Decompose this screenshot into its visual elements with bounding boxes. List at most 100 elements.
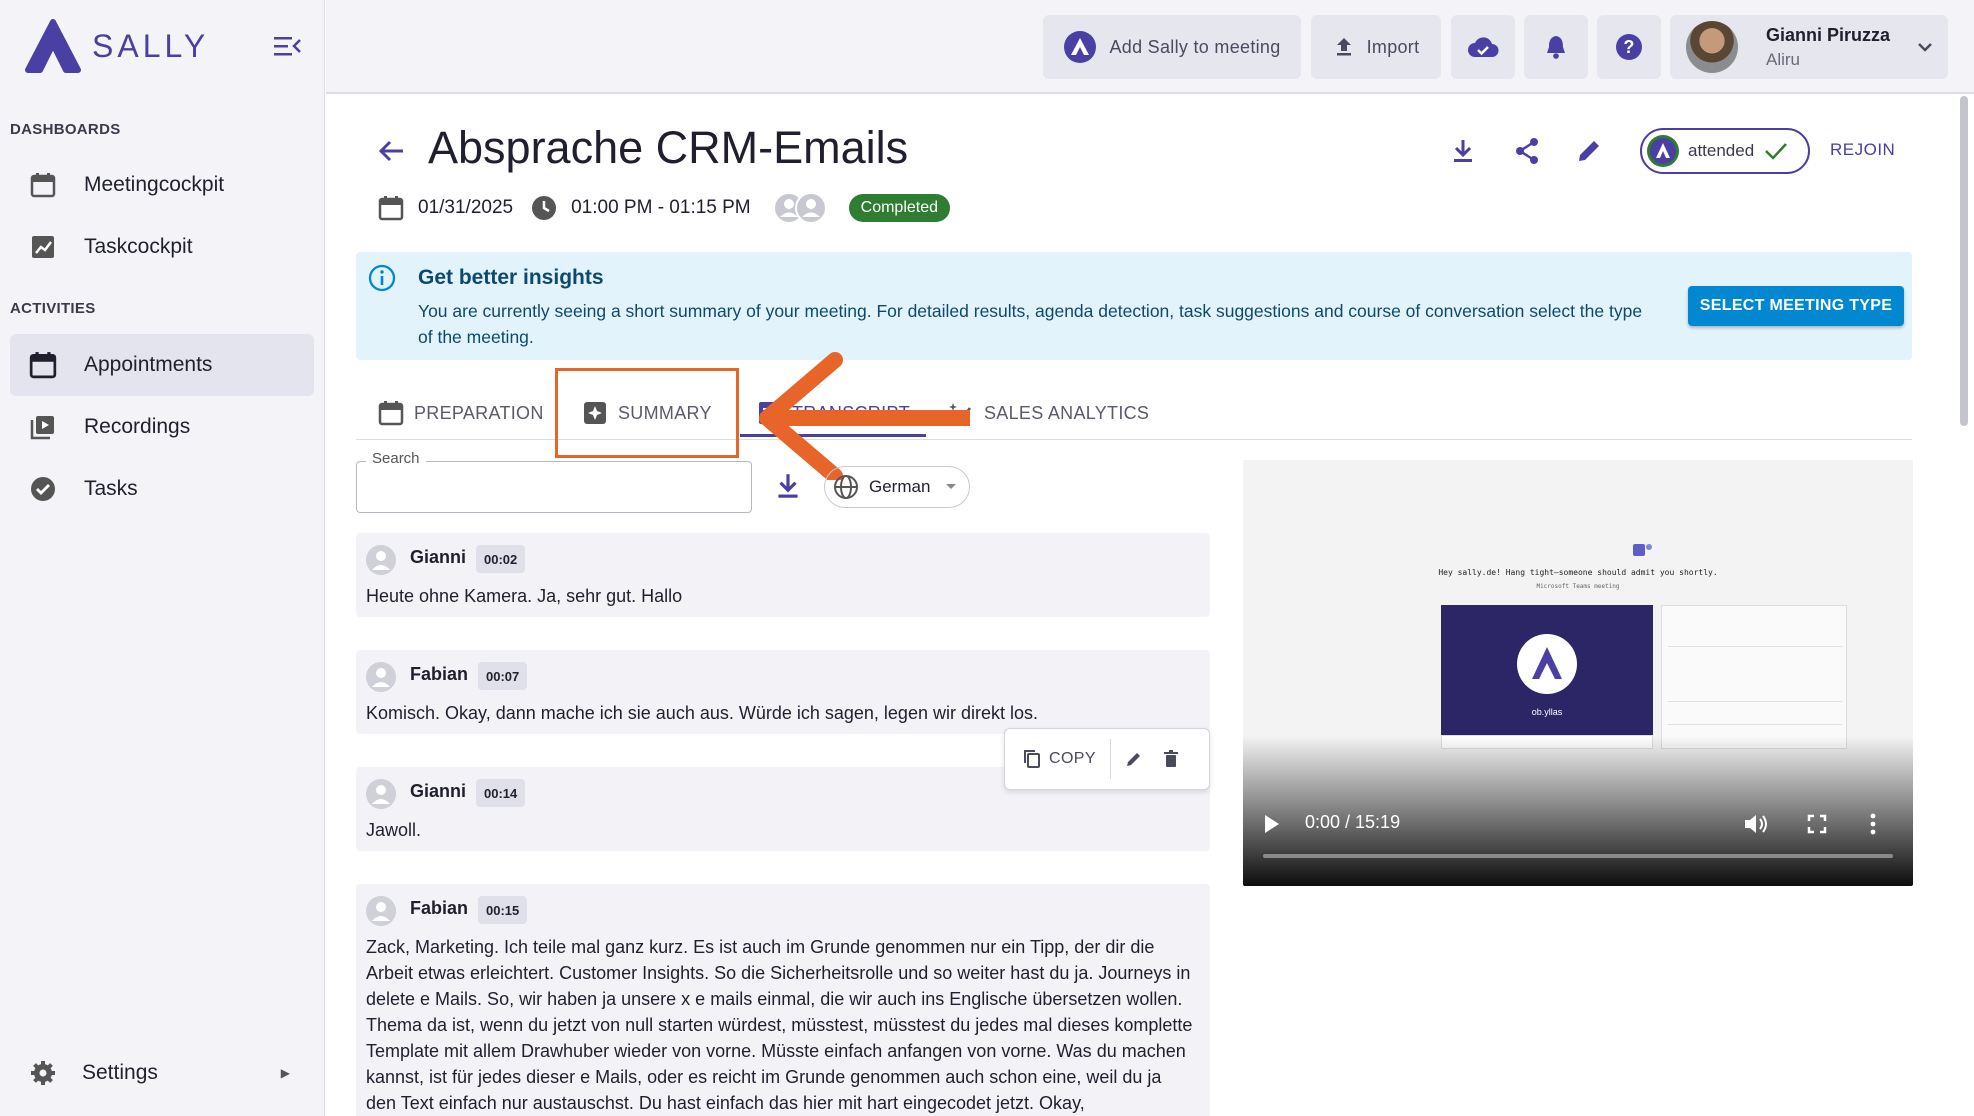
video-preview-row bbox=[1668, 701, 1842, 702]
edit-icon[interactable] bbox=[1574, 136, 1604, 166]
transcript-entry[interactable]: Fabian 00:15 Zack, Marketing. Ich teile … bbox=[356, 884, 1210, 1116]
teams-logo-icon bbox=[1633, 544, 1652, 556]
meeting-meta: 01/31/2025 01:00 PM - 01:15 PM Completed bbox=[378, 190, 951, 226]
info-banner: Get better insights You are currently se… bbox=[356, 252, 1912, 360]
globe-icon bbox=[834, 475, 858, 499]
section-label-activities: ACTIVITIES bbox=[10, 300, 96, 317]
page-title: Absprache CRM-Emails bbox=[428, 122, 909, 173]
sidebar-item-taskcockpit[interactable]: Taskcockpit bbox=[10, 216, 314, 278]
sidebar-item-tasks[interactable]: Tasks bbox=[10, 458, 314, 520]
divider bbox=[1109, 739, 1111, 779]
video-player[interactable]: Hey sally.de! Hang tight—someone should … bbox=[1243, 460, 1913, 886]
video-preview-tile: ob.yllas bbox=[1441, 605, 1653, 735]
add-sally-label: Add Sally to meeting bbox=[1109, 36, 1281, 57]
download-icon[interactable] bbox=[1448, 136, 1478, 166]
select-meeting-type-button[interactable]: SELECT MEETING TYPE bbox=[1688, 286, 1904, 326]
attendance-toggle[interactable]: attended bbox=[1640, 128, 1810, 174]
edit-icon[interactable] bbox=[1125, 750, 1143, 768]
video-preview-text: Hey sally.de! Hang tight—someone should … bbox=[1438, 568, 1718, 577]
avatar bbox=[1686, 21, 1738, 73]
person-icon bbox=[366, 779, 396, 809]
copy-icon bbox=[1024, 750, 1040, 768]
timestamp-badge[interactable]: 00:15 bbox=[478, 896, 528, 924]
check-icon bbox=[1765, 143, 1788, 160]
sidebar-item-label: Tasks bbox=[84, 477, 138, 500]
app-logo[interactable]: SALLY bbox=[24, 18, 209, 74]
chevron-down-icon bbox=[1918, 43, 1932, 52]
video-preview-row bbox=[1668, 724, 1842, 725]
video-preview-name: ob.yllas bbox=[1531, 707, 1563, 717]
scrollbar[interactable] bbox=[1960, 96, 1968, 426]
sidebar-item-label: Recordings bbox=[84, 415, 191, 438]
help-icon: ? bbox=[1616, 34, 1642, 60]
utterance-text: Heute ohne Kamera. Ja, sehr gut. Hallo bbox=[366, 586, 683, 606]
info-title: Get better insights bbox=[418, 266, 604, 289]
import-button[interactable]: Import bbox=[1311, 15, 1441, 79]
cloud-sync-button[interactable] bbox=[1451, 15, 1515, 79]
caret-right-icon: ▶ bbox=[280, 1066, 290, 1080]
back-arrow-icon[interactable] bbox=[376, 136, 406, 166]
timestamp-badge[interactable]: 00:07 bbox=[478, 662, 528, 690]
check-circle-icon bbox=[28, 474, 58, 504]
download-icon[interactable] bbox=[772, 470, 804, 502]
status-badge: Completed bbox=[848, 194, 951, 222]
copy-button[interactable]: COPY bbox=[1023, 749, 1096, 769]
copy-label: COPY bbox=[1049, 750, 1096, 767]
add-sally-button[interactable]: Add Sally to meeting bbox=[1043, 15, 1301, 79]
share-icon[interactable] bbox=[1512, 136, 1542, 166]
video-controls-overlay bbox=[1243, 736, 1913, 886]
notifications-button[interactable] bbox=[1524, 15, 1588, 79]
tab-label: PREPARATION bbox=[414, 402, 544, 423]
meeting-date: 01/31/2025 bbox=[418, 197, 514, 218]
person-icon bbox=[366, 662, 396, 692]
search-input[interactable] bbox=[356, 461, 752, 513]
sidebar-item-meetingcockpit[interactable]: Meetingcockpit bbox=[10, 154, 314, 216]
volume-icon[interactable] bbox=[1743, 813, 1769, 835]
timestamp-badge[interactable]: 00:14 bbox=[476, 779, 526, 807]
video-progress-bar[interactable] bbox=[1263, 854, 1893, 858]
video-library-icon bbox=[28, 412, 58, 442]
sidebar-item-settings[interactable]: Settings ▶ bbox=[10, 1042, 314, 1104]
top-bar: Add Sally to meeting Import ? Gianni Pir… bbox=[326, 0, 1974, 94]
video-preview-panel bbox=[1661, 605, 1847, 749]
tab-sales-analytics[interactable]: SALES ANALYTICS bbox=[948, 386, 1149, 440]
collapse-menu-icon[interactable] bbox=[272, 34, 302, 58]
sally-logo-icon bbox=[1064, 31, 1097, 63]
fullscreen-icon[interactable] bbox=[1807, 814, 1827, 834]
sidebar-item-label: Settings bbox=[82, 1061, 158, 1084]
speaker-name: Gianni bbox=[410, 547, 467, 567]
caret-down-icon bbox=[946, 484, 957, 489]
help-button[interactable]: ? bbox=[1597, 15, 1661, 79]
utterance-text: Jawoll. bbox=[366, 820, 422, 840]
speaker-name: Fabian bbox=[410, 664, 469, 684]
sally-logo-icon bbox=[25, 19, 81, 73]
user-menu[interactable]: Gianni Piruzza Aliru bbox=[1670, 15, 1948, 79]
transcript-entry[interactable]: Fabian 00:07 Komisch. Okay, dann mache i… bbox=[356, 650, 1210, 734]
meeting-time: 01:00 PM - 01:15 PM bbox=[571, 197, 751, 218]
transcript-entry[interactable]: Gianni 00:02 Heute ohne Kamera. Ja, sehr… bbox=[356, 533, 1210, 617]
delete-icon[interactable] bbox=[1163, 750, 1179, 768]
more-vert-icon[interactable] bbox=[1869, 813, 1877, 835]
info-icon bbox=[368, 264, 396, 292]
tab-preparation[interactable]: PREPARATION bbox=[378, 386, 544, 440]
play-icon[interactable] bbox=[1263, 814, 1281, 834]
section-label-dashboards: DASHBOARDS bbox=[10, 121, 121, 138]
sidebar-item-appointments[interactable]: Appointments bbox=[10, 334, 314, 396]
timestamp-badge[interactable]: 00:02 bbox=[476, 545, 526, 573]
tab-label: SALES ANALYTICS bbox=[984, 402, 1150, 423]
svg-text:?: ? bbox=[1623, 37, 1634, 57]
sidebar-item-label: Taskcockpit bbox=[84, 235, 193, 258]
speaker-name: Gianni bbox=[410, 781, 467, 801]
utterance-actions: COPY bbox=[1004, 728, 1210, 790]
video-preview-subtext: Microsoft Teams meeting bbox=[1536, 583, 1620, 590]
calendar-icon bbox=[378, 196, 404, 221]
chart-icon bbox=[28, 232, 58, 262]
sidebar-item-recordings[interactable]: Recordings bbox=[10, 396, 314, 458]
sally-logo-icon bbox=[1647, 135, 1679, 167]
rejoin-button[interactable]: REJOIN bbox=[1830, 140, 1895, 160]
language-select[interactable]: German bbox=[824, 466, 970, 508]
participants-avatars[interactable] bbox=[772, 192, 827, 224]
upload-icon bbox=[1336, 38, 1351, 56]
sidebar-item-label: Appointments bbox=[84, 353, 213, 376]
import-label: Import bbox=[1366, 36, 1420, 57]
